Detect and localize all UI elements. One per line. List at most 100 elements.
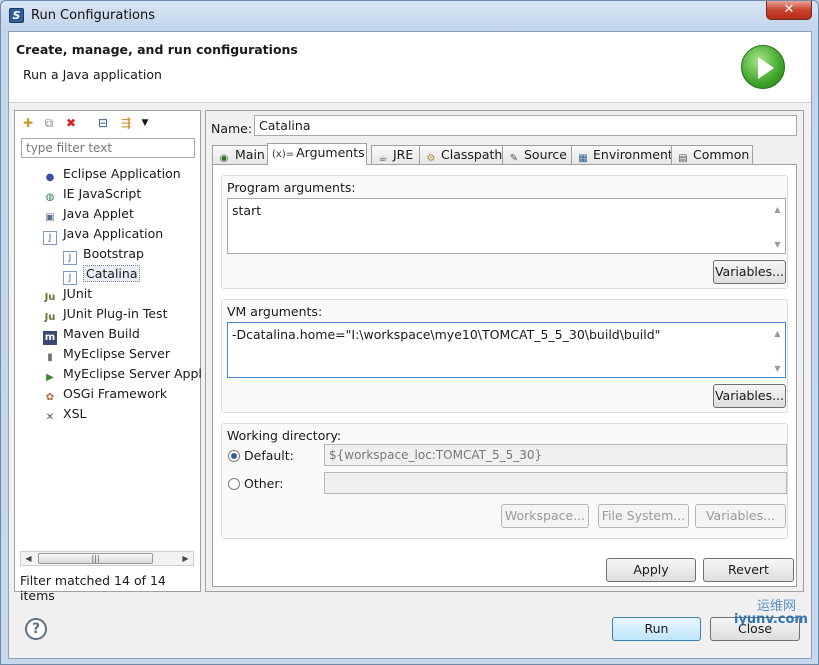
default-working-directory-field: ${workspace_loc:TOMCAT_5_5_30} [324, 444, 787, 466]
working-directory-label: Working directory: [227, 428, 342, 443]
tree-item-label-selected: Catalina [83, 265, 141, 282]
filter-input[interactable]: type filter text [21, 138, 195, 158]
scrollbar-thumb[interactable]: ||| [38, 553, 153, 564]
dialog-header-title: Create, manage, and run configurations [16, 42, 298, 57]
junit-icon: Ju [44, 292, 56, 303]
view-menu-chevron-down-icon[interactable]: ▼ [137, 115, 153, 131]
vm-arguments-textarea[interactable]: -Dcatalina.home="I:\workspace\mye10\TOMC… [227, 322, 786, 378]
vm-arguments-value: -Dcatalina.home="I:\workspace\mye10\TOMC… [232, 327, 661, 342]
tree-item-java-application[interactable]: J Java Application [43, 225, 164, 245]
arguments-tab-icon: (x)= [272, 149, 295, 160]
tab-source[interactable]: ✎ Source [502, 145, 572, 165]
tab-label: Source [524, 147, 567, 162]
configuration-editor-panel: Name: Catalina ◉ Main (x)= Arguments ☕ JRE … [205, 110, 804, 592]
tree-item-label: XSL [63, 406, 87, 421]
tree-item-label: Bootstrap [83, 246, 144, 261]
default-radio-label: Default: [244, 448, 294, 463]
junit-plugin-icon: Ju [44, 312, 56, 323]
filter-status-text: Filter matched 14 of 14 items [20, 573, 166, 603]
workspace-button[interactable]: Workspace... [501, 504, 589, 528]
other-working-directory-field[interactable] [324, 472, 787, 494]
tree-item-java-applet[interactable]: ▣ Java Applet [43, 205, 134, 223]
server-icon: ▮ [47, 352, 53, 363]
tree-item-osgi-framework[interactable]: ✿ OSGi Framework [43, 385, 167, 403]
new-configuration-icon[interactable]: ✚ [20, 115, 36, 131]
filter-configurations-icon[interactable]: ⇶ [118, 115, 134, 131]
tab-label: Main [235, 147, 265, 162]
tree-item-ie-javascript[interactable]: ◍ IE JavaScript [43, 185, 142, 203]
tab-environment[interactable]: ▦ Environment [571, 145, 673, 165]
eclipse-icon: ● [45, 172, 55, 183]
tree-item-label: Java Application [63, 226, 164, 241]
vm-arguments-variables-button[interactable]: Variables... [713, 384, 786, 408]
java-app-icon: J [63, 251, 77, 265]
run-button[interactable]: Run [612, 617, 701, 641]
watermark-domain: iyunv.com [734, 612, 808, 627]
tree-item-label: JUnit [63, 286, 93, 301]
xsl-icon: ✕ [45, 412, 55, 423]
tree-item-label: OSGi Framework [63, 386, 168, 401]
tree-item-catalina[interactable]: J Catalina [63, 265, 141, 285]
scroll-left-icon[interactable]: ◀ [21, 552, 36, 565]
tree-item-myeclipse-server[interactable]: ▮ MyEclipse Server [43, 345, 170, 363]
dialog-client-area: Create, manage, and run configurations R… [8, 31, 812, 659]
configuration-list-panel: ✚ ⧉ ✖ ⊟ ⇶ ▼ type filter text ● Eclipse Ap… [14, 110, 202, 603]
window-close-button[interactable]: ✕ [766, 1, 812, 20]
working-directory-variables-button[interactable]: Variables... [695, 504, 786, 528]
tree-horizontal-scrollbar[interactable]: ◀ ||| ▶ [20, 551, 194, 566]
name-field[interactable]: Catalina [254, 115, 797, 136]
other-radio[interactable] [228, 478, 240, 490]
title-bar[interactable]: S Run Configurations ✕ [1, 1, 818, 31]
tree-item-eclipse-application[interactable]: ● Eclipse Application [43, 165, 181, 183]
globe-icon: ◍ [45, 192, 55, 203]
tree-item-junit-plugin-test[interactable]: Ju JUnit Plug-in Test [43, 305, 168, 323]
tree-item-myeclipse-server-app[interactable]: ▶ MyEclipse Server Appl [43, 365, 202, 383]
maven-icon: m [43, 331, 57, 345]
help-icon[interactable]: ? [25, 618, 47, 640]
program-arguments-scrollbar[interactable]: ▲ ▼ [770, 199, 785, 253]
tree-item-junit[interactable]: Ju JUnit [43, 285, 93, 303]
other-radio-label: Other: [244, 476, 284, 491]
apply-button[interactable]: Apply [606, 558, 696, 582]
program-arguments-label: Program arguments: [227, 180, 356, 195]
java-app-icon: J [43, 231, 57, 245]
program-arguments-variables-button[interactable]: Variables... [713, 260, 786, 284]
tree-item-label: IE JavaScript [63, 186, 142, 201]
scroll-right-icon[interactable]: ▶ [178, 552, 193, 565]
program-arguments-group: Program arguments: start ▲ ▼ Variables... [221, 175, 788, 289]
myeclipse-app-icon: S [9, 8, 24, 23]
tree-item-label: MyEclipse Server Appl [63, 366, 202, 381]
dialog-header-subtitle: Run a Java application [23, 67, 162, 82]
watermark-logo: 运维网 iyunv.com [731, 595, 811, 653]
configuration-toolbar: ✚ ⧉ ✖ ⊟ ⇶ ▼ [15, 111, 200, 137]
tab-classpath[interactable]: ⚙ Classpath [419, 145, 503, 165]
run-banner-icon [741, 45, 785, 89]
tree-item-maven-build[interactable]: m Maven Build [43, 325, 140, 345]
duplicate-configuration-icon[interactable]: ⧉ [41, 115, 57, 131]
vm-arguments-scrollbar[interactable]: ▲ ▼ [770, 323, 785, 377]
tab-label: Common [693, 147, 750, 162]
java-app-icon: J [63, 271, 77, 285]
tab-label: Arguments [296, 145, 365, 160]
tab-label: JRE [393, 147, 414, 162]
tree-item-label: JUnit Plug-in Test [63, 306, 168, 321]
tree-item-label: Eclipse Application [63, 166, 181, 181]
file-system-button[interactable]: File System... [598, 504, 689, 528]
revert-button[interactable]: Revert [703, 558, 794, 582]
tab-common[interactable]: ▤ Common [671, 145, 753, 165]
osgi-icon: ✿ [45, 392, 55, 403]
server-app-icon: ▶ [46, 372, 54, 383]
collapse-all-icon[interactable]: ⊟ [95, 115, 111, 131]
default-radio[interactable] [228, 450, 240, 462]
tree-item-bootstrap[interactable]: J Bootstrap [63, 245, 144, 265]
tree-item-xsl[interactable]: ✕ XSL [43, 405, 87, 423]
tab-main[interactable]: ◉ Main [212, 145, 268, 165]
arguments-tab-content: Program arguments: start ▲ ▼ Variables...… [212, 164, 797, 587]
tab-jre[interactable]: ☕ JRE [371, 145, 420, 165]
working-directory-group: Working directory: Default: ${workspace_… [221, 423, 788, 539]
vm-arguments-label: VM arguments: [227, 304, 323, 319]
program-arguments-textarea[interactable]: start ▲ ▼ [227, 198, 786, 254]
program-arguments-value: start [232, 203, 262, 218]
tab-arguments[interactable]: (x)= Arguments [267, 143, 367, 165]
delete-configuration-icon[interactable]: ✖ [63, 115, 79, 131]
